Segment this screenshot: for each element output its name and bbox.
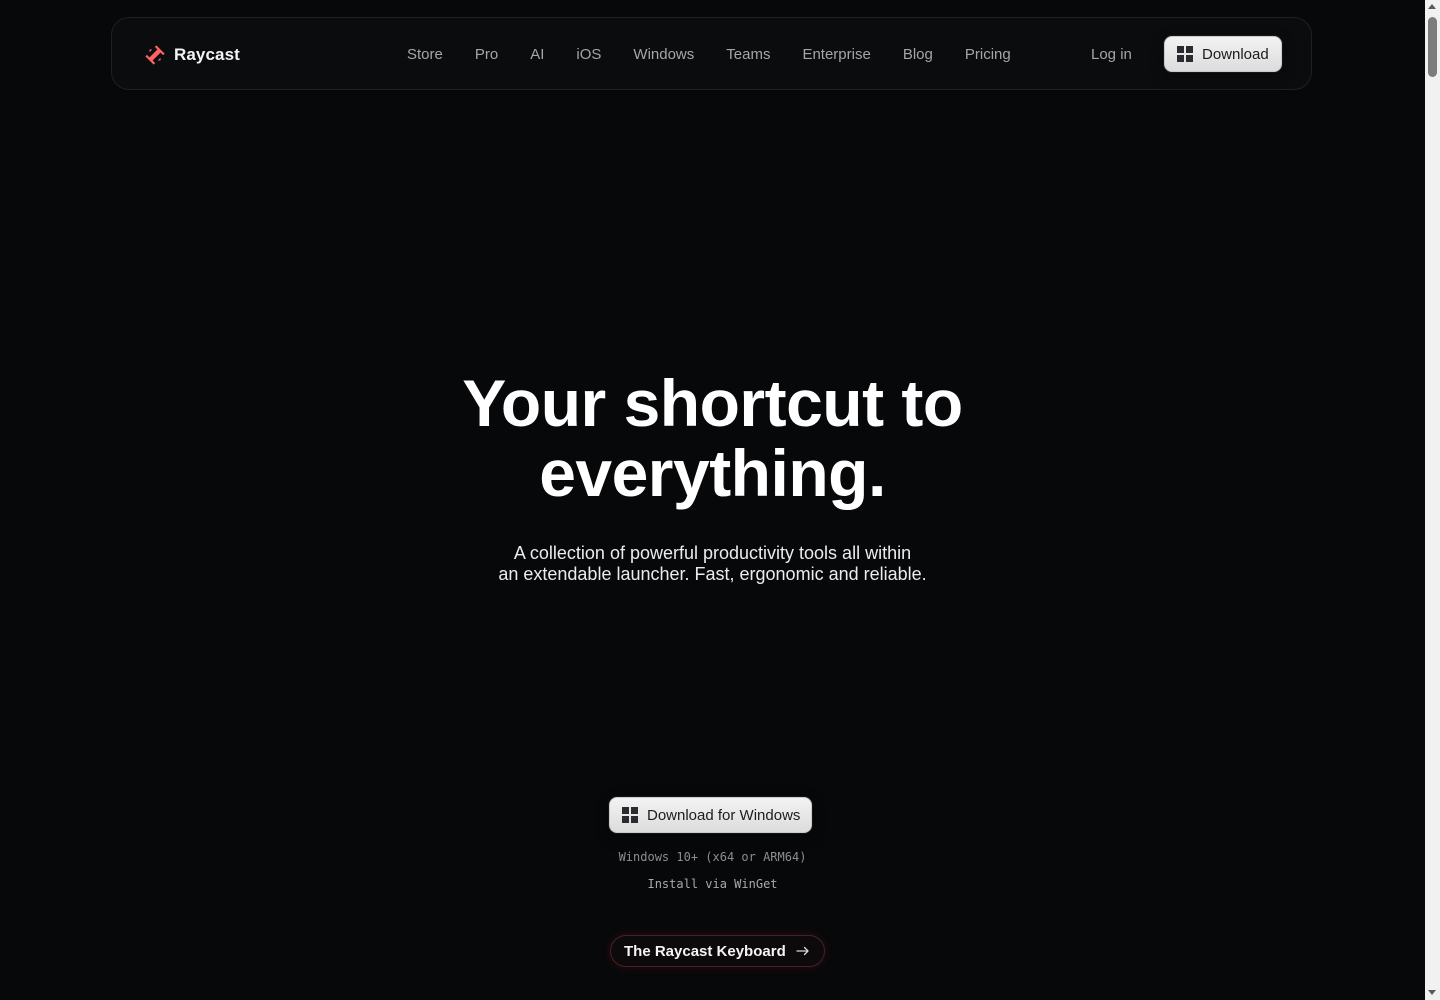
page: Raycast Store Pro AI iOS Windows Teams E… [0, 0, 1425, 1000]
raycast-keyboard-link[interactable]: The Raycast Keyboard [610, 935, 825, 967]
download-for-windows-button[interactable]: Download for Windows [609, 797, 813, 833]
arrow-right-icon [796, 946, 809, 956]
nav-item-pro[interactable]: Pro [475, 46, 498, 63]
nav-item-blog[interactable]: Blog [903, 46, 933, 63]
nav-item-ai[interactable]: AI [530, 46, 544, 63]
brand-link[interactable]: Raycast [144, 18, 240, 91]
hero-title: Your shortcut to everything. [0, 368, 1425, 508]
hero-subtitle-line1: A collection of powerful productivity to… [513, 543, 912, 563]
scroll-up-arrow-icon[interactable] [1428, 4, 1436, 9]
windows-icon [1177, 46, 1193, 62]
login-link[interactable]: Log in [1091, 18, 1132, 91]
scrollbar-thumb[interactable] [1428, 17, 1437, 77]
brand-name: Raycast [174, 44, 240, 64]
raycast-logo-icon [145, 44, 165, 65]
site-header: Raycast Store Pro AI iOS Windows Teams E… [111, 17, 1312, 90]
hero-title-line1: Your shortcut to [462, 366, 963, 440]
nav-item-enterprise[interactable]: Enterprise [802, 46, 870, 63]
page-scrollbar[interactable] [1425, 0, 1440, 1000]
install-via-winget-link[interactable]: Install via WinGet [0, 877, 1425, 891]
nav-item-teams[interactable]: Teams [726, 46, 770, 63]
header-download-button[interactable]: Download [1164, 36, 1282, 72]
scroll-down-arrow-icon[interactable] [1428, 990, 1436, 995]
nav-item-pricing[interactable]: Pricing [965, 46, 1011, 63]
hero-subtitle-line2: an extendable launcher. Fast, ergonomic … [498, 564, 927, 584]
hero-subtitle: A collection of powerful productivity to… [0, 543, 1425, 585]
main-nav: Store Pro AI iOS Windows Teams Enterpris… [407, 18, 1011, 91]
nav-item-ios[interactable]: iOS [576, 46, 601, 63]
raycast-keyboard-label: The Raycast Keyboard [624, 942, 786, 960]
nav-item-windows[interactable]: Windows [633, 46, 694, 63]
nav-item-store[interactable]: Store [407, 46, 443, 63]
header-download-label: Download [1202, 45, 1269, 63]
windows-icon [622, 807, 638, 823]
hero-title-line2: everything. [539, 436, 886, 510]
system-requirements: Windows 10+ (x64 or ARM64) [618, 850, 807, 864]
download-for-windows-label: Download for Windows [647, 806, 801, 824]
